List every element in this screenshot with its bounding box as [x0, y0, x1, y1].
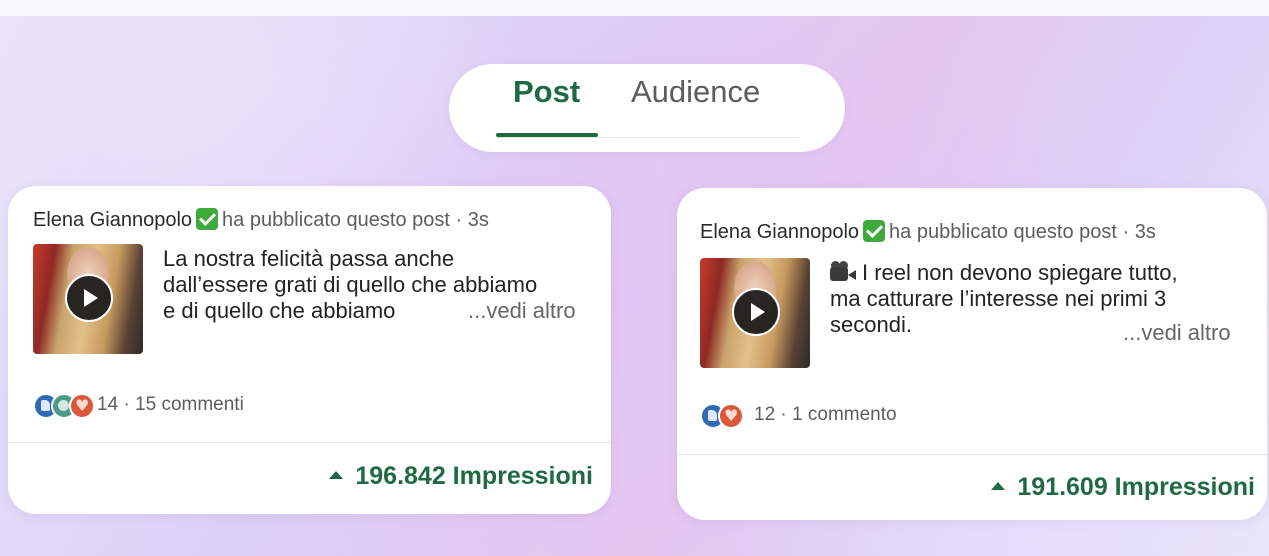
post-meta: Elena Giannopolo ha pubblicato questo pos… — [33, 208, 489, 231]
impressions-label: 191.609 Impressioni — [1017, 473, 1255, 501]
love-reaction-icon — [718, 403, 744, 429]
post-text-line: La nostra felicità passa anche — [163, 246, 455, 271]
post-time: 3s — [1134, 221, 1156, 243]
play-icon[interactable] — [65, 274, 113, 322]
post-text-line: ma catturare l’interesse nei primi 3 — [830, 286, 1167, 311]
reactions[interactable] — [33, 393, 103, 419]
impressions[interactable]: 191.609 Impressioni — [991, 473, 1255, 502]
see-more-link[interactable]: ...vedi altro — [468, 298, 576, 324]
comments-count[interactable]: 1 commento — [792, 404, 897, 425]
comments-count[interactable]: 15 commenti — [135, 394, 244, 415]
tab-audience[interactable]: Audience — [631, 74, 760, 110]
triangle-up-icon — [329, 471, 344, 479]
top-strip — [0, 0, 1269, 16]
post-card[interactable]: Elena Giannopolo ha pubblicato questo pos… — [677, 188, 1267, 520]
divider — [677, 454, 1267, 455]
verified-check-icon — [863, 220, 886, 242]
reactions-count[interactable]: 12 — [754, 404, 775, 425]
post-text-line: dall’essere grati di quello che abbiamo — [163, 272, 538, 297]
love-reaction-icon — [69, 393, 95, 419]
movie-camera-icon — [830, 261, 856, 283]
verified-check-icon — [196, 208, 219, 230]
active-tab-indicator — [496, 133, 598, 137]
post-text-line: I reel non devono spiegare tutto, — [862, 260, 1178, 285]
tab-post[interactable]: Post — [513, 74, 580, 110]
tab-divider — [496, 137, 798, 138]
post-stats: 12 · 1 commento — [754, 404, 897, 425]
reactions-count[interactable]: 14 — [97, 394, 118, 415]
see-more-link[interactable]: ...vedi altro — [1123, 320, 1231, 346]
post-stats: 14 · 15 commenti — [97, 394, 244, 415]
post-time: 3s — [467, 209, 489, 231]
video-thumbnail[interactable] — [700, 258, 810, 368]
post-action: ha pubblicato questo post — [889, 221, 1117, 243]
reactions[interactable] — [700, 403, 752, 429]
impressions[interactable]: 196.842 Impressioni — [329, 462, 593, 491]
impressions-label: 196.842 Impressioni — [355, 462, 593, 490]
post-meta: Elena Giannopolo ha pubblicato questo pos… — [700, 220, 1156, 243]
video-thumbnail[interactable] — [33, 244, 143, 354]
triangle-up-icon — [991, 482, 1006, 490]
play-icon[interactable] — [732, 288, 780, 336]
author-name[interactable]: Elena Giannopolo — [700, 221, 859, 243]
tab-bar: Post Audience — [449, 64, 845, 152]
post-action: ha pubblicato questo post — [222, 209, 450, 231]
post-card[interactable]: Elena Giannopolo ha pubblicato questo pos… — [8, 186, 611, 514]
divider — [8, 442, 611, 443]
author-name[interactable]: Elena Giannopolo — [33, 209, 192, 231]
